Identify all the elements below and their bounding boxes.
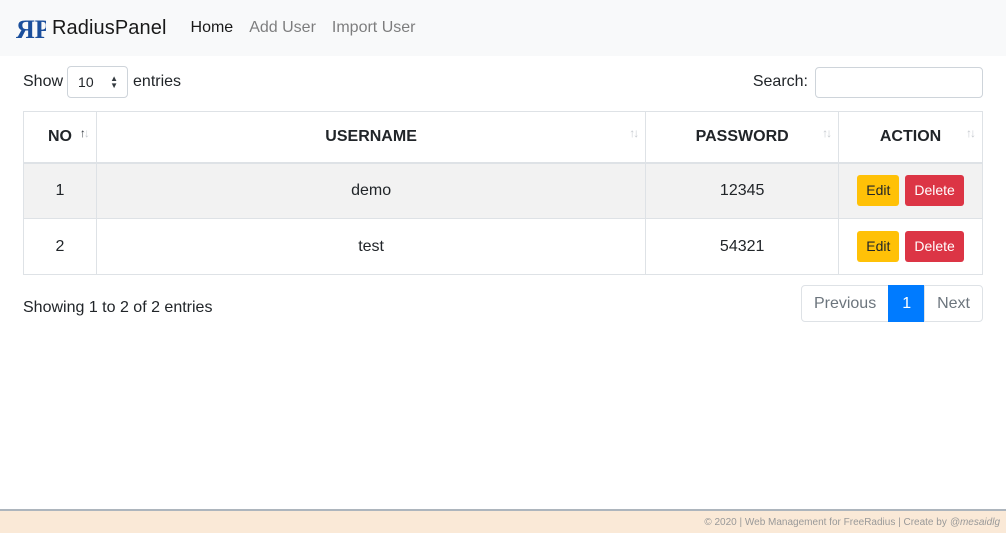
radiuspanel-logo-icon: ЯP [16,15,46,43]
delete-button[interactable]: Delete [905,175,964,207]
cell-password: 12345 [645,162,840,219]
footer-text: © 2020 | Web Management for FreeRadius |… [704,516,947,528]
cell-actions: Edit Delete [838,218,983,275]
page-length-value: 10 [78,74,94,90]
table-info: Showing 1 to 2 of 2 entries [23,299,213,316]
nav-links: Home Add User Import User [183,19,424,37]
table-controls: Show 10 ▲ ▼ entries Search: [23,66,983,98]
page-1-button[interactable]: 1 [888,285,926,322]
cell-actions: Edit Delete [838,162,983,219]
page-length-select[interactable]: 10 ▲ ▼ [67,66,129,98]
table-footer: Showing 1 to 2 of 2 entries Previous 1 N… [23,285,983,322]
nav-add-user[interactable]: Add User [241,19,324,37]
page-footer: © 2020 | Web Management for FreeRadius |… [0,509,1006,533]
sort-asc-icon: ↑↓ [79,126,90,140]
delete-button[interactable]: Delete [905,231,964,262]
svg-text:ЯP: ЯP [16,15,46,43]
users-table: NO ↑↓ USERNAME ↑↓ PASSWORD ↑↓ ACTION ↑↓ [23,111,983,275]
sort-icon: ↑↓ [629,126,639,140]
sort-icon: ↑↓ [966,126,976,140]
column-header-password-label: PASSWORD [695,127,789,145]
next-page-button[interactable]: Next [924,285,983,322]
edit-button[interactable]: Edit [857,175,900,207]
entries-label: entries [133,73,182,90]
show-label: Show [23,73,64,90]
cell-password: 54321 [645,218,840,275]
table-header-row: NO ↑↓ USERNAME ↑↓ PASSWORD ↑↓ ACTION ↑↓ [23,111,983,164]
cell-username: demo [95,162,647,219]
table-row: 2 test 54321 Edit Delete [23,218,983,275]
column-header-no[interactable]: NO ↑↓ [23,111,97,164]
brand-name: RadiusPanel [52,16,167,39]
search-control: Search: [753,66,983,98]
pagination: Previous 1 Next [800,285,983,322]
column-header-no-label: NO [47,127,72,145]
search-label: Search: [752,73,808,90]
footer-author-link[interactable]: @mesaidlg [950,517,1000,528]
nav-import-user[interactable]: Import User [324,19,424,37]
sort-icon: ↑↓ [822,126,832,140]
column-header-username-label: USERNAME [325,127,417,145]
search-input[interactable] [815,66,983,98]
select-arrows-icon: ▲ ▼ [110,74,119,90]
navbar: ЯP RadiusPanel Home Add User Import User [0,0,1006,56]
column-header-action[interactable]: ACTION ↑↓ [838,111,983,164]
page-length-control: Show 10 ▲ ▼ entries [23,66,181,98]
brand-link[interactable]: ЯP RadiusPanel [16,13,167,43]
users-table-wrapper: NO ↑↓ USERNAME ↑↓ PASSWORD ↑↓ ACTION ↑↓ [23,111,983,275]
cell-no: 1 [23,162,97,219]
table-row: 1 demo 12345 Edit Delete [23,162,983,219]
edit-button[interactable]: Edit [857,231,900,262]
nav-home[interactable]: Home [183,19,242,37]
column-header-username[interactable]: USERNAME ↑↓ [95,111,647,164]
cell-username: test [95,218,647,275]
cell-no: 2 [23,218,97,275]
column-header-action-label: ACTION [879,127,942,145]
previous-page-button[interactable]: Previous [800,285,890,322]
column-header-password[interactable]: PASSWORD ↑↓ [645,111,840,164]
